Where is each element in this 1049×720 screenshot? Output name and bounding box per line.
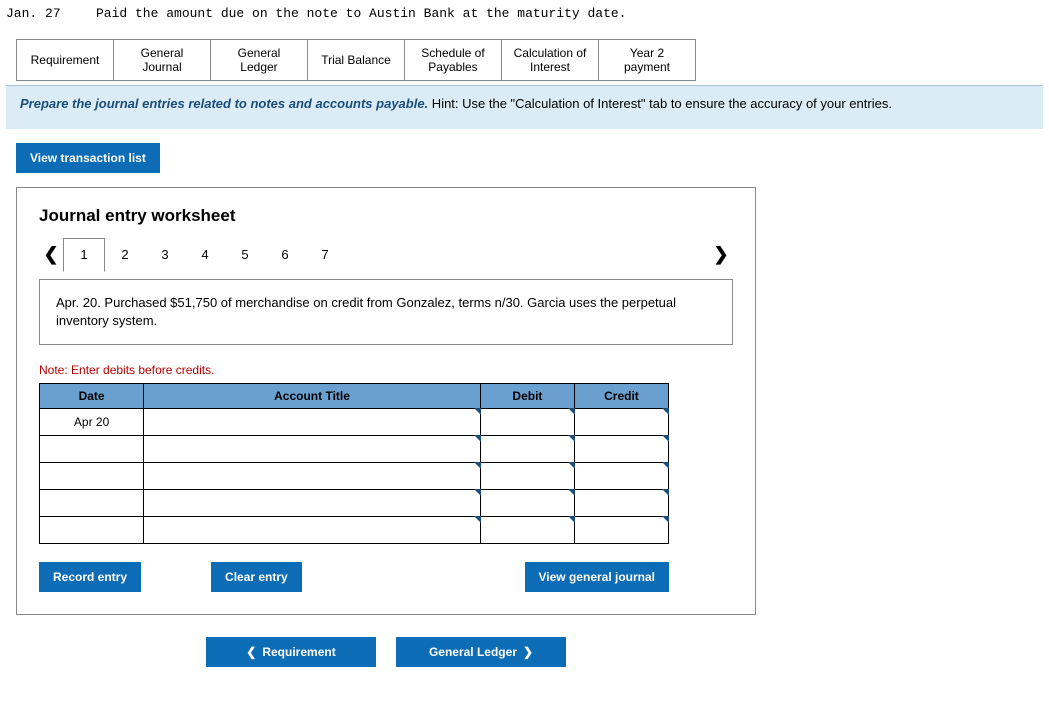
- bottom-nav: ❮ Requirement General Ledger ❯: [6, 637, 766, 667]
- worksheet-tabs: RequirementGeneralJournalGeneralLedgerTr…: [16, 39, 1033, 81]
- cell-credit[interactable]: [574, 436, 668, 463]
- cell-account[interactable]: [144, 463, 481, 490]
- cell-credit[interactable]: [574, 490, 668, 517]
- cell-debit[interactable]: [480, 463, 574, 490]
- cell-debit[interactable]: [480, 436, 574, 463]
- next-tab-button[interactable]: General Ledger ❯: [396, 637, 566, 667]
- instruction-bar: Prepare the journal entries related to n…: [6, 85, 1043, 129]
- pager-prev-icon[interactable]: ❮: [39, 244, 63, 265]
- clear-entry-button[interactable]: Clear entry: [211, 562, 302, 592]
- record-entry-button[interactable]: Record entry: [39, 562, 141, 592]
- pager-page-5[interactable]: 5: [225, 239, 265, 271]
- cell-account[interactable]: [144, 517, 481, 544]
- chevron-left-icon: ❮: [246, 645, 256, 659]
- main-tab-4[interactable]: Schedule ofPayables: [404, 39, 502, 81]
- main-tab-5[interactable]: Calculation ofInterest: [501, 39, 599, 81]
- main-tab-2[interactable]: GeneralLedger: [210, 39, 308, 81]
- cell-credit[interactable]: [574, 517, 668, 544]
- transaction-line: Jan. 27Paid the amount due on the note t…: [6, 6, 1043, 21]
- pager-page-3[interactable]: 3: [145, 239, 185, 271]
- cell-date[interactable]: Apr 20: [40, 409, 144, 436]
- transaction-description: Apr. 20. Purchased $51,750 of merchandis…: [39, 279, 733, 345]
- cell-debit[interactable]: [480, 517, 574, 544]
- cell-account[interactable]: [144, 490, 481, 517]
- journal-entry-table: Date Account Title Debit Credit Apr 20: [39, 383, 669, 544]
- cell-credit[interactable]: [574, 409, 668, 436]
- cell-date[interactable]: [40, 436, 144, 463]
- pager-page-2[interactable]: 2: [105, 239, 145, 271]
- cell-debit[interactable]: [480, 490, 574, 517]
- cell-date[interactable]: [40, 463, 144, 490]
- col-date-header: Date: [40, 384, 144, 409]
- pager-page-7[interactable]: 7: [305, 239, 345, 271]
- entry-pager: ❮ 1234567 ❯: [39, 238, 733, 272]
- pager-page-6[interactable]: 6: [265, 239, 305, 271]
- pager-page-1[interactable]: 1: [63, 238, 105, 272]
- cell-date[interactable]: [40, 517, 144, 544]
- pager-next-icon[interactable]: ❯: [709, 244, 733, 265]
- main-tab-6[interactable]: Year 2payment: [598, 39, 696, 81]
- view-transaction-list-button[interactable]: View transaction list: [16, 143, 160, 173]
- pager-page-4[interactable]: 4: [185, 239, 225, 271]
- cell-account[interactable]: [144, 436, 481, 463]
- view-general-journal-button[interactable]: View general journal: [525, 562, 669, 592]
- col-account-header: Account Title: [144, 384, 481, 409]
- cell-debit[interactable]: [480, 409, 574, 436]
- cell-credit[interactable]: [574, 463, 668, 490]
- main-tab-3[interactable]: Trial Balance: [307, 39, 405, 81]
- col-debit-header: Debit: [480, 384, 574, 409]
- main-tab-1[interactable]: GeneralJournal: [113, 39, 211, 81]
- col-credit-header: Credit: [574, 384, 668, 409]
- debits-before-credits-note: Note: Enter debits before credits.: [39, 363, 733, 377]
- cell-account[interactable]: [144, 409, 481, 436]
- chevron-right-icon: ❯: [523, 645, 533, 659]
- panel-title: Journal entry worksheet: [39, 206, 733, 226]
- journal-worksheet-panel: Journal entry worksheet ❮ 1234567 ❯ Apr. …: [16, 187, 756, 615]
- prev-tab-button[interactable]: ❮ Requirement: [206, 637, 376, 667]
- main-tab-0[interactable]: Requirement: [16, 39, 114, 81]
- cell-date[interactable]: [40, 490, 144, 517]
